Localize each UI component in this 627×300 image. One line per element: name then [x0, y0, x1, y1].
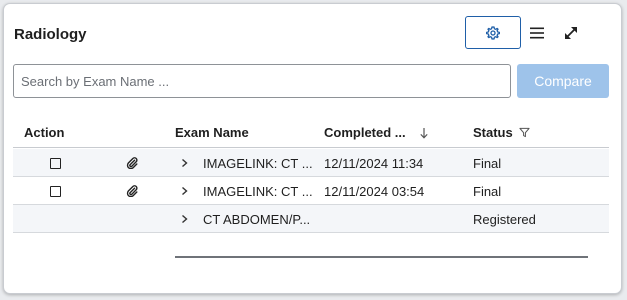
chevron-right-icon	[182, 158, 188, 168]
expand-diagonal-icon	[565, 27, 577, 39]
column-header-action: Action	[24, 125, 64, 140]
row-select-checkbox[interactable]	[50, 177, 61, 205]
table-row[interactable]: IMAGELINK: CT ... 12/11/2024 11:34 Final	[13, 149, 609, 177]
column-header-status[interactable]: Status	[473, 125, 530, 140]
chevron-right-icon	[182, 186, 188, 196]
column-header-exam-name-label: Exam Name	[175, 125, 249, 140]
table-row[interactable]: IMAGELINK: CT ... 12/11/2024 03:54 Final	[13, 177, 609, 205]
filter-icon[interactable]	[519, 127, 530, 138]
horizontal-scrollbar[interactable]	[175, 256, 588, 258]
expand-button[interactable]	[562, 24, 580, 42]
settings-button[interactable]	[465, 16, 521, 49]
sort-descending-icon[interactable]	[418, 127, 430, 139]
paperclip-icon	[126, 157, 138, 169]
status-cell: Final	[473, 183, 502, 199]
search-input[interactable]	[13, 64, 511, 98]
compare-button[interactable]: Compare	[517, 64, 609, 98]
attachment-icon[interactable]	[126, 149, 138, 177]
hamburger-menu-icon	[530, 27, 544, 39]
exam-name-cell: IMAGELINK: CT ...	[203, 183, 313, 199]
radiology-panel: Radiology Compare Action Exam Name Compl…	[3, 3, 622, 294]
expand-row-chevron[interactable]	[180, 205, 189, 233]
paperclip-icon	[126, 185, 138, 197]
header-divider	[13, 147, 609, 148]
status-cell: Registered	[473, 211, 536, 227]
column-header-exam-name[interactable]: Exam Name	[175, 125, 249, 140]
column-header-completed[interactable]: Completed ...	[324, 125, 430, 140]
expand-row-chevron[interactable]	[180, 149, 189, 177]
completed-cell: 12/11/2024 11:34	[324, 155, 424, 171]
chevron-right-icon	[182, 214, 188, 224]
column-header-completed-label: Completed ...	[324, 125, 406, 140]
menu-button[interactable]	[528, 24, 546, 42]
expand-row-chevron[interactable]	[180, 177, 189, 205]
status-cell: Final	[473, 155, 502, 171]
completed-cell: 12/11/2024 03:54	[324, 183, 425, 199]
checkbox-box[interactable]	[50, 157, 61, 169]
settings-gear-icon	[486, 25, 500, 40]
exam-name-cell: IMAGELINK: CT ...	[203, 155, 313, 171]
table-row[interactable]: CT ABDOMEN/P... Registered	[13, 205, 609, 233]
column-header-status-label: Status	[473, 125, 513, 140]
exam-name-cell: CT ABDOMEN/P...	[203, 211, 311, 227]
panel-title: Radiology	[14, 26, 87, 43]
row-select-checkbox[interactable]	[50, 149, 61, 177]
attachment-icon[interactable]	[126, 177, 138, 205]
column-header-action-label: Action	[24, 125, 65, 140]
checkbox-box[interactable]	[50, 185, 61, 197]
